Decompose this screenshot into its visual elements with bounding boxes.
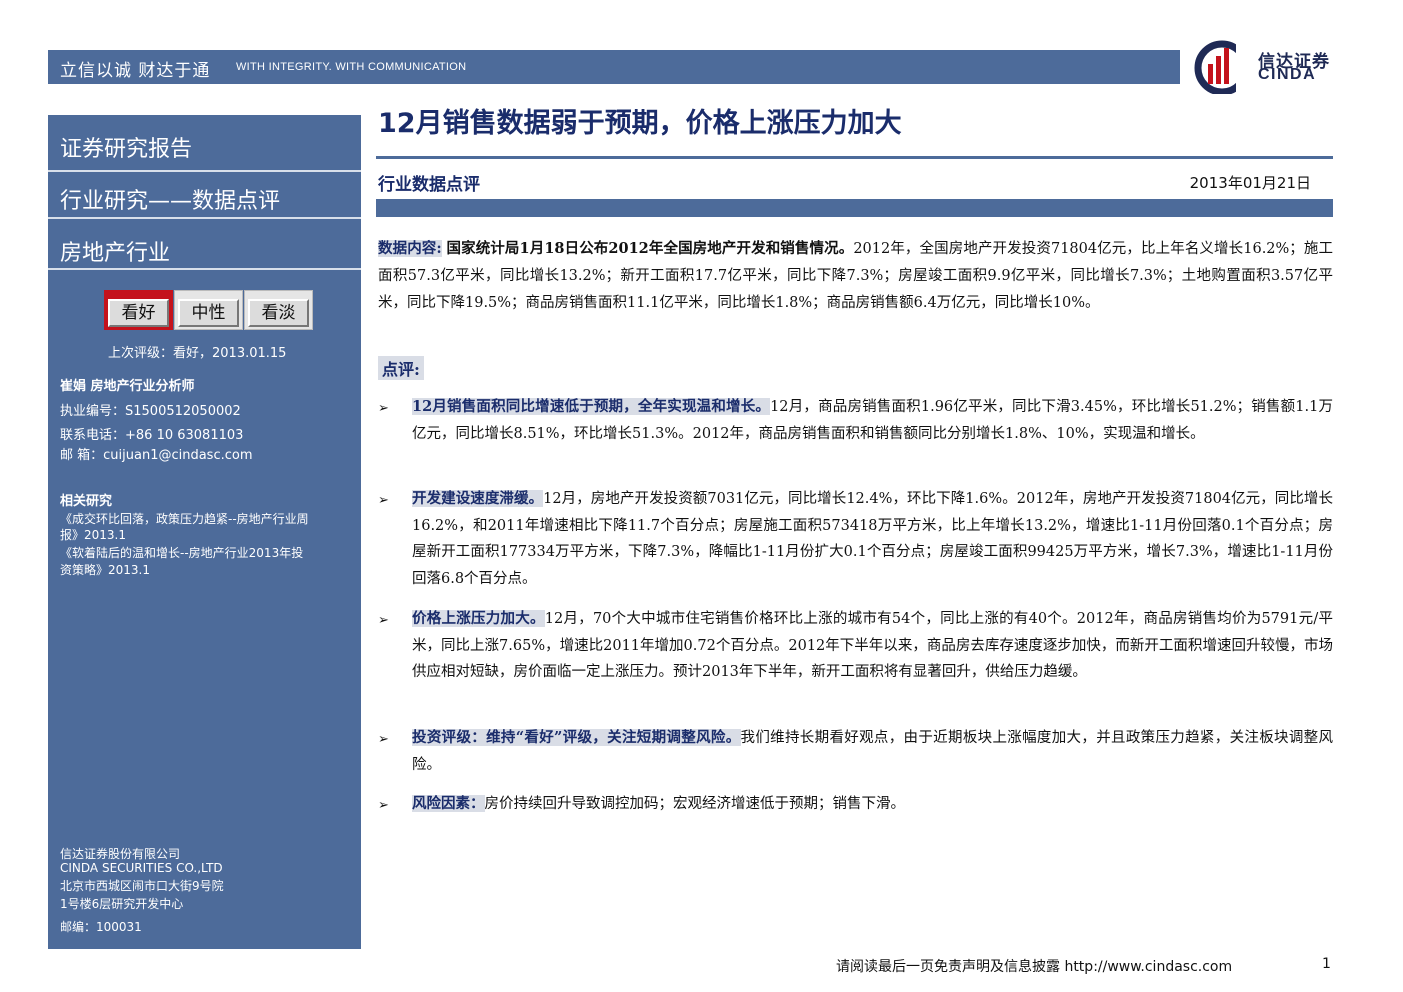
bullet-text: 房价持续回升导致调控加码；宏观经济增速低于预期；销售下滑。 xyxy=(484,796,906,812)
bullet-price: 价格上涨压力加大。12月，70个大中城市住宅销售价格环比上涨的城市有54个，同比… xyxy=(412,606,1333,686)
bullet-construction: 开发建设速度滞缓。12月，房地产开发投资额7031亿元，同比增长12.4%，环比… xyxy=(412,486,1333,592)
bullet-sales: 12月销售面积同比增速低于预期，全年实现温和增长。12月，商品房销售面积1.96… xyxy=(412,394,1333,447)
related-item-2-date: 资策略》2013.1 xyxy=(60,563,150,577)
page-number: 1 xyxy=(1322,956,1331,972)
company-address-1: 北京市西城区闹市口大街9号院 xyxy=(60,879,224,893)
bullet-text: 12月，房地产开发投资额7031亿元，同比增长12.4%，环比下降1.6%。20… xyxy=(412,491,1334,587)
rating-buy: 看好 xyxy=(104,290,173,330)
report-category: 行业研究——数据点评 xyxy=(60,189,281,214)
company-address-2: 1号楼6层研究开发中心 xyxy=(60,897,184,911)
sidebar-divider xyxy=(48,268,361,270)
subtitle-rule xyxy=(376,199,1333,217)
analyst-cert: 执业编号：S1500512050002 xyxy=(60,404,241,419)
rating-sell: 看淡 xyxy=(244,290,313,330)
slogan-cn: 立信以诚 财达于通 xyxy=(60,61,211,81)
related-item-1: 《成交环比回落，政策压力趋紧--房地产行业周 xyxy=(60,512,309,526)
bullet-arrow-icon: ➢ xyxy=(378,798,389,813)
comment-heading: 点评: xyxy=(378,356,424,380)
bullet-head: 价格上涨压力加大。 xyxy=(412,610,545,627)
bullet-risk: 风险因素：房价持续回升导致调控加码；宏观经济增速低于预期；销售下滑。 xyxy=(412,791,1333,818)
report-subtitle: 行业数据点评 xyxy=(378,175,480,195)
bullet-text: 12月，70个大中城市住宅销售价格环比上涨的城市有54个，同比上涨的有40个。2… xyxy=(412,611,1333,680)
title-rule xyxy=(376,156,1333,159)
company-name-cn: 信达证券股份有限公司 xyxy=(60,847,181,861)
industry-name: 房地产行业 xyxy=(60,241,171,266)
report-title: 12月销售数据弱于预期，价格上涨压力加大 xyxy=(378,108,902,139)
bullet-arrow-icon: ➢ xyxy=(378,493,389,508)
bullet-rating: 投资评级：维持“看好”评级，关注短期调整风险。我们维持长期看好观点，由于近期板块… xyxy=(412,725,1333,778)
company-postcode: 邮编：100031 xyxy=(60,920,142,934)
bullet-arrow-icon: ➢ xyxy=(378,401,389,416)
data-content-label: 数据内容: xyxy=(378,240,442,257)
bullet-head: 12月销售面积同比增速低于预期，全年实现温和增长。 xyxy=(412,398,771,415)
sidebar-divider xyxy=(48,217,361,219)
company-name-en: CINDA SECURITIES CO.,LTD xyxy=(60,861,223,875)
rating-neutral: 中性 xyxy=(174,290,243,330)
bullet-head: 风险因素： xyxy=(412,795,485,812)
analyst-phone: 联系电话：+86 10 63081103 xyxy=(60,428,244,443)
bullet-arrow-icon: ➢ xyxy=(378,613,389,628)
last-rating: 上次评级：看好，2013.01.15 xyxy=(108,346,287,361)
slogan-en: WITH INTEGRITY. WITH COMMUNICATION xyxy=(236,61,467,73)
header-band xyxy=(48,50,1180,84)
related-item-2: 《软着陆后的温和增长--房地产行业2013年投 xyxy=(60,546,304,560)
report-date: 2013年01月21日 xyxy=(1189,174,1311,192)
analyst-name: 崔娟 房地产行业分析师 xyxy=(60,379,195,394)
sidebar-divider xyxy=(48,170,361,172)
logo-text-en: CINDA xyxy=(1258,66,1317,83)
bullet-arrow-icon: ➢ xyxy=(378,732,389,747)
data-content-paragraph: 数据内容: 国家统计局1月18日公布2012年全国房地产开发和销售情况。2012… xyxy=(378,235,1333,317)
data-content-lead: 国家统计局1月18日公布2012年全国房地产开发和销售情况。 xyxy=(446,240,854,257)
bullet-head: 投资评级：维持“看好”评级，关注短期调整风险。 xyxy=(412,729,741,746)
footer-disclaimer: 请阅读最后一页免责声明及信息披露 http://www.cindasc.com xyxy=(836,959,1233,975)
analyst-email: 邮 箱：cuijuan1@cindasc.com xyxy=(60,448,253,463)
bullet-head: 开发建设速度滞缓。 xyxy=(412,490,544,507)
related-research-heading: 相关研究 xyxy=(60,494,113,509)
report-type: 证券研究报告 xyxy=(60,137,193,162)
related-item-1-date: 报》2013.1 xyxy=(60,528,126,542)
